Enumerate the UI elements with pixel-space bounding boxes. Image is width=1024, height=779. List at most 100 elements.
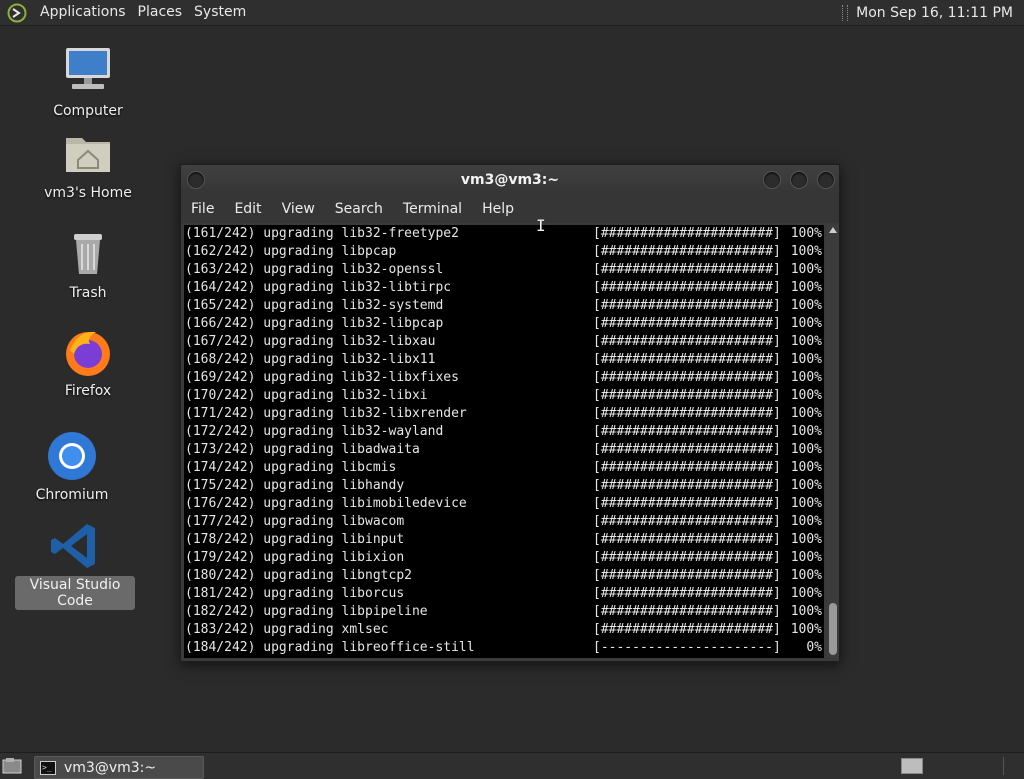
desktop-icon-label: Chromium <box>35 487 109 503</box>
progress-bar-text: [######################] <box>593 352 781 367</box>
terminal-line: (176/242) upgrading libimobiledevice [###… <box>184 495 824 513</box>
progress-percent: 100% <box>790 532 822 547</box>
terminal-line-text: (165/242) upgrading lib32-systemd <box>185 298 444 313</box>
progress-percent: 100% <box>790 550 822 565</box>
taskbar-item-label: vm3@vm3:~ <box>64 759 157 776</box>
progress-percent: 100% <box>790 298 822 313</box>
desktop-icon-label: Firefox <box>64 383 112 399</box>
distro-logo-icon[interactable] <box>6 2 28 24</box>
minimize-button[interactable] <box>763 171 781 189</box>
progress-bar-text: [######################] <box>593 406 781 421</box>
terminal-line: (165/242) upgrading lib32-systemd [######… <box>184 297 824 315</box>
progress-bar-text: [######################] <box>593 226 781 241</box>
desktop-icon-vscode[interactable]: Visual Studio Code <box>15 518 135 610</box>
terminal-line-text: (163/242) upgrading lib32-openssl <box>185 262 444 277</box>
terminal-line-text: (173/242) upgrading libadwaita <box>185 442 420 457</box>
scroll-up-arrow-icon[interactable] <box>829 227 837 233</box>
mouse-ibeam-cursor-icon: I <box>536 216 546 235</box>
terminal-line-text: (183/242) upgrading xmlsec <box>185 622 389 637</box>
terminal-line: (169/242) upgrading lib32-libxfixes [####… <box>184 369 824 387</box>
desktop-icon-firefox[interactable]: Firefox <box>33 324 143 400</box>
progress-percent: 100% <box>790 568 822 583</box>
terminal-line-text: (162/242) upgrading libpcap <box>185 244 397 259</box>
terminal-output[interactable]: (161/242) upgrading lib32-freetype2 [####… <box>184 225 824 658</box>
terminal-line: (181/242) upgrading liborcus [###########… <box>184 585 824 603</box>
vscode-icon <box>51 524 95 568</box>
terminal-line: (182/242) upgrading libpipeline [########… <box>184 603 824 621</box>
progress-percent: 100% <box>790 478 822 493</box>
desktop-icon-chromium[interactable]: Chromium <box>17 428 127 504</box>
bottom-panel: >_ vm3@vm3:~ <box>0 752 1024 779</box>
progress-bar-text: [######################] <box>593 244 781 259</box>
desktop-icon-computer[interactable]: Computer <box>33 44 143 120</box>
progress-percent: 100% <box>790 424 822 439</box>
terminal-line-text: (179/242) upgrading libixion <box>185 550 405 565</box>
terminal-line-text: (174/242) upgrading libcmis <box>185 460 397 475</box>
progress-percent: 100% <box>790 622 822 637</box>
progress-bar-text: [######################] <box>593 532 781 547</box>
places-menu[interactable]: Places <box>132 0 189 25</box>
close-button[interactable] <box>817 171 835 189</box>
desktop-icon-home[interactable]: vm3's Home <box>33 126 143 202</box>
terminal-line: (168/242) upgrading lib32-libx11 [#######… <box>184 351 824 369</box>
show-desktop-icon[interactable] <box>2 757 22 775</box>
menu-view[interactable]: View <box>272 201 325 217</box>
applications-menu[interactable]: Applications <box>34 0 132 25</box>
desktop-icon-trash[interactable]: Trash <box>33 226 143 302</box>
menu-file[interactable]: File <box>181 201 224 217</box>
terminal-line-text: (177/242) upgrading libwacom <box>185 514 405 529</box>
panel-handle <box>842 4 849 21</box>
progress-percent: 100% <box>790 244 822 259</box>
terminal-line: (161/242) upgrading lib32-freetype2 [####… <box>184 225 824 243</box>
progress-bar-text: [######################] <box>593 298 781 313</box>
desktop-icon-label: Trash <box>69 285 107 301</box>
progress-percent: 100% <box>790 460 822 475</box>
progress-bar-text: [######################] <box>593 514 781 529</box>
menu-help[interactable]: Help <box>472 201 524 217</box>
scrollbar-thumb[interactable] <box>829 603 837 655</box>
terminal-line: (178/242) upgrading libinput [###########… <box>184 531 824 549</box>
clock[interactable]: Mon Sep 16, 11:11 PM <box>856 5 1024 21</box>
terminal-scrollbar[interactable] <box>827 225 839 658</box>
trash-icon <box>74 234 102 274</box>
progress-percent: 100% <box>790 352 822 367</box>
panel-divider <box>1003 757 1004 775</box>
terminal-line-text: (181/242) upgrading liborcus <box>185 586 405 601</box>
desktop-icon-label: Visual Studio Code <box>15 576 135 610</box>
window-menu-button[interactable] <box>187 171 205 189</box>
terminal-line-text: (178/242) upgrading libinput <box>185 532 405 547</box>
terminal-line-text: (182/242) upgrading libpipeline <box>185 604 428 619</box>
progress-percent: 100% <box>790 388 822 403</box>
menu-terminal[interactable]: Terminal <box>393 201 472 217</box>
terminal-line-text: (172/242) upgrading lib32-wayland <box>185 424 444 439</box>
terminal-line: (166/242) upgrading lib32-libpcap [######… <box>184 315 824 333</box>
progress-bar-text: [----------------------] <box>593 640 781 655</box>
menu-search[interactable]: Search <box>325 201 393 217</box>
progress-bar-text: [######################] <box>593 280 781 295</box>
terminal-line-text: (180/242) upgrading libngtcp2 <box>185 568 412 583</box>
terminal-line-text: (175/242) upgrading libhandy <box>185 478 405 493</box>
workspace-switcher[interactable] <box>901 758 923 774</box>
terminal-window[interactable]: vm3@vm3:~ File Edit View Search Terminal… <box>180 164 840 662</box>
window-titlebar[interactable]: vm3@vm3:~ <box>181 165 839 195</box>
taskbar-item-terminal[interactable]: >_ vm3@vm3:~ <box>34 756 204 779</box>
menu-edit[interactable]: Edit <box>224 201 271 217</box>
progress-percent: 100% <box>790 514 822 529</box>
progress-bar-text: [######################] <box>593 262 781 277</box>
progress-bar-text: [######################] <box>593 388 781 403</box>
progress-percent: 100% <box>790 334 822 349</box>
terminal-line-text: (161/242) upgrading lib32-freetype2 <box>185 226 459 241</box>
terminal-line-text: (167/242) upgrading lib32-libxau <box>185 334 436 349</box>
terminal-line: (172/242) upgrading lib32-wayland [######… <box>184 423 824 441</box>
terminal-line: (174/242) upgrading libcmis [############… <box>184 459 824 477</box>
firefox-icon <box>66 331 110 376</box>
progress-bar-text: [######################] <box>593 568 781 583</box>
progress-bar-text: [######################] <box>593 622 781 637</box>
progress-percent: 0% <box>806 640 822 655</box>
maximize-button[interactable] <box>790 171 808 189</box>
system-menu[interactable]: System <box>188 0 252 25</box>
terminal-line: (171/242) upgrading lib32-libxrender [###… <box>184 405 824 423</box>
progress-bar-text: [######################] <box>593 316 781 331</box>
terminal-line: (167/242) upgrading lib32-libxau [#######… <box>184 333 824 351</box>
progress-bar-text: [######################] <box>593 478 781 493</box>
